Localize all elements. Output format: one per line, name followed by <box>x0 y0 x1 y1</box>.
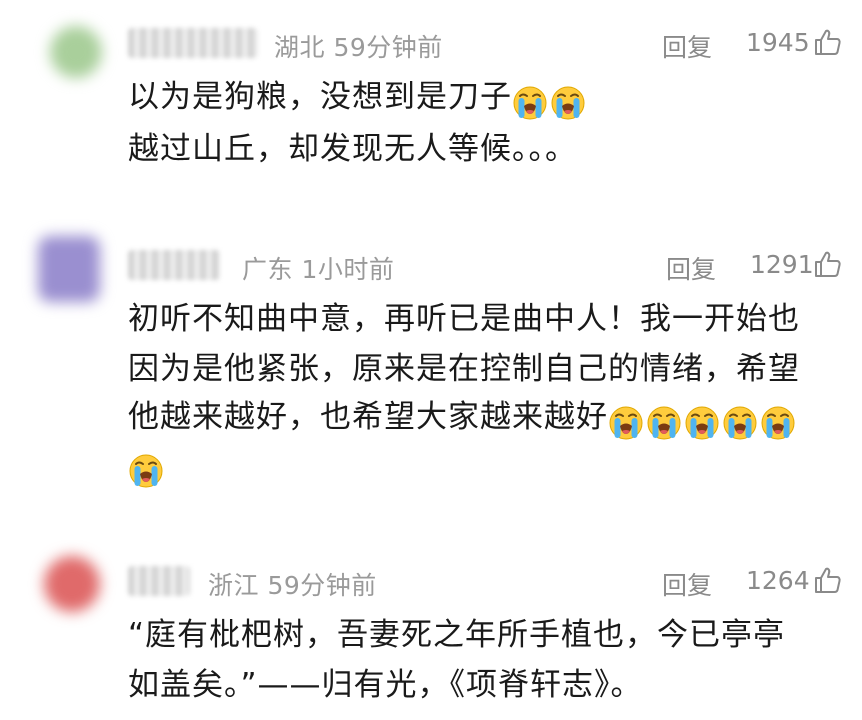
like-count: 1291 <box>750 250 814 279</box>
crying-face-icon <box>128 452 164 488</box>
timestamp: 1小时前 <box>301 255 395 284</box>
timestamp: 59分钟前 <box>267 571 377 600</box>
comment-text-line: 以为是狗粮，没想到是刀子 <box>128 78 588 122</box>
crying-face-icon <box>512 84 548 120</box>
comment-meta: 湖北 59分钟前 <box>274 28 443 64</box>
location: 浙江 <box>208 571 260 600</box>
avatar[interactable] <box>38 236 100 302</box>
thumbs-up-icon[interactable] <box>812 249 842 279</box>
emoji-group <box>512 84 588 122</box>
comment-text-line: 如盖矣。”——归有光，《项脊轩志》。 <box>128 667 643 703</box>
like-count: 1264 <box>746 566 810 595</box>
reply-button[interactable]: 回复 <box>662 566 712 602</box>
crying-face-icon <box>684 404 720 440</box>
comment-text-line <box>128 446 166 490</box>
comment-meta: 浙江 59分钟前 <box>208 566 377 602</box>
crying-face-icon <box>550 84 586 120</box>
reply-button[interactable]: 回复 <box>662 28 712 64</box>
timestamp: 59分钟前 <box>333 33 443 62</box>
comment-text-line: 因为是他紧张，原来是在控制自己的情绪，希望 <box>128 351 800 387</box>
emoji-group <box>608 404 798 442</box>
crying-face-icon <box>608 404 644 440</box>
location: 湖北 <box>274 33 326 62</box>
location: 广东 <box>242 255 294 284</box>
thumbs-up-icon[interactable] <box>812 27 842 57</box>
reply-button[interactable]: 回复 <box>666 250 716 286</box>
like-count: 1945 <box>746 28 810 57</box>
emoji-group <box>128 452 166 490</box>
thumbs-up-icon[interactable] <box>812 565 842 595</box>
comment-text-line: 越过山丘，却发现无人等候。。。 <box>128 131 577 167</box>
avatar[interactable] <box>50 26 102 78</box>
username-blurred[interactable] <box>128 250 220 280</box>
comment-text-line: 他越来越好，也希望大家越来越好 <box>128 398 798 442</box>
comment-meta: 广东 1小时前 <box>242 250 394 286</box>
comment-text-line: 初听不知曲中意，再听已是曲中人！我一开始也 <box>128 301 800 337</box>
username-blurred[interactable] <box>128 566 190 596</box>
avatar[interactable] <box>44 556 100 612</box>
crying-face-icon <box>646 404 682 440</box>
username-blurred[interactable] <box>128 28 258 58</box>
comment-text-line: “庭有枇杷树，吾妻死之年所手植也，今已亭亭 <box>128 617 786 653</box>
crying-face-icon <box>722 404 758 440</box>
crying-face-icon <box>760 404 796 440</box>
